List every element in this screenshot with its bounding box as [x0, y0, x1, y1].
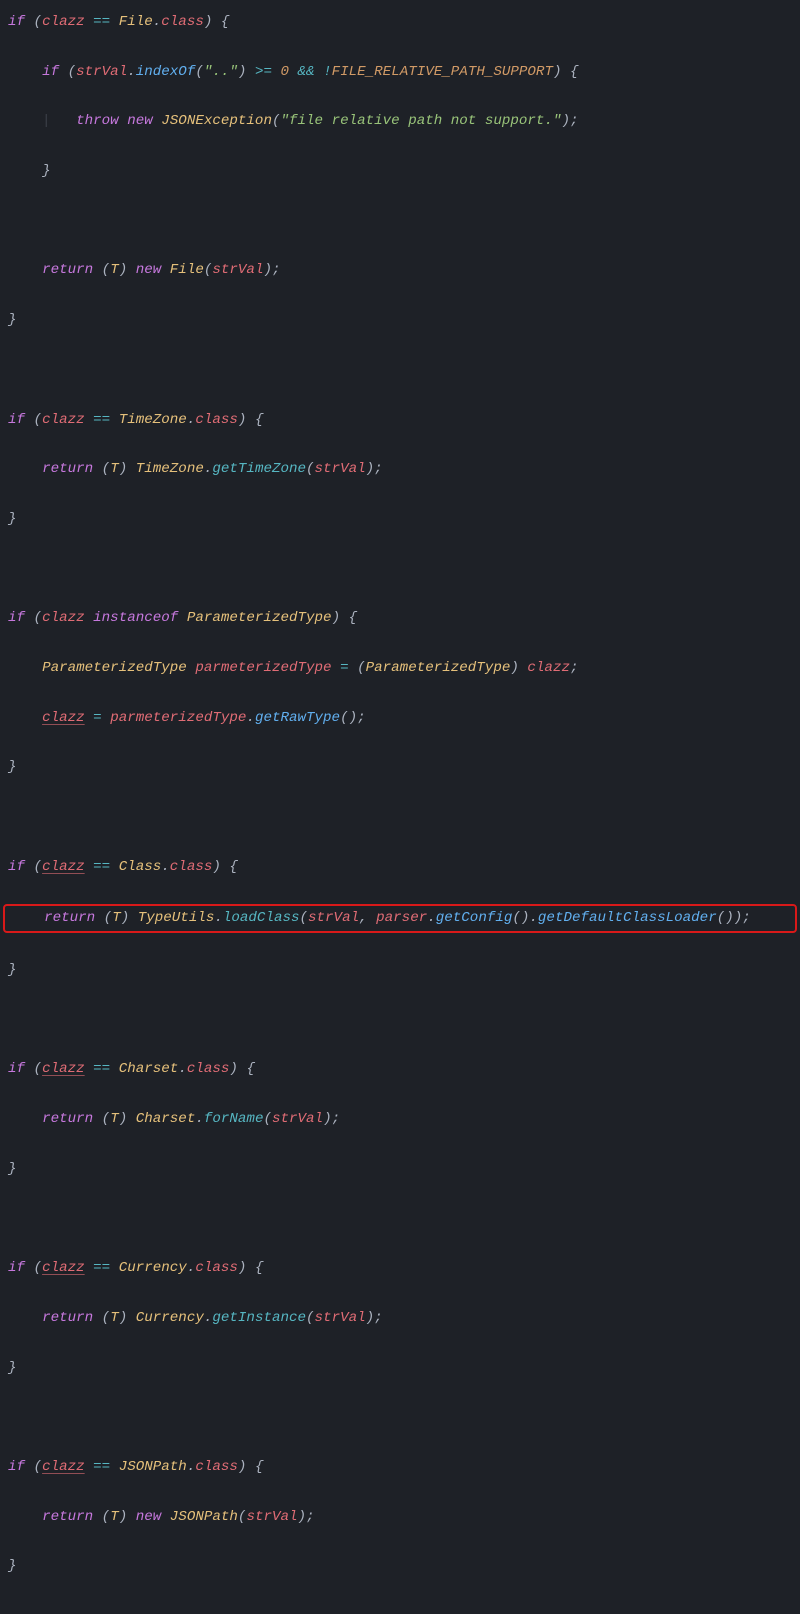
highlighted-code-line: return (T) TypeUtils.loadClass(strVal, p…	[3, 904, 797, 933]
code-line: }	[0, 1157, 800, 1182]
blank-line	[0, 805, 800, 830]
code-line: if (clazz instanceof ParameterizedType) …	[0, 606, 800, 631]
code-line: }	[0, 1356, 800, 1381]
code-line: }	[0, 308, 800, 333]
code-line: }	[0, 958, 800, 983]
blank-line	[0, 358, 800, 383]
blank-line	[0, 1405, 800, 1430]
code-line: return (T) new File(strVal);	[0, 258, 800, 283]
code-line: if (clazz == TimeZone.class) {	[0, 408, 800, 433]
code-line: }	[0, 159, 800, 184]
code-line: return (T) TypeUtils.loadClass(strVal, p…	[5, 906, 795, 931]
blank-line	[0, 1207, 800, 1232]
code-line: if (clazz == JSONPath.class) {	[0, 1455, 800, 1480]
code-line: }	[0, 1554, 800, 1579]
code-line: }	[0, 755, 800, 780]
code-line: if (clazz == Class.class) {	[0, 855, 800, 880]
code-editor-viewport: if (clazz == File.class) { if (strVal.in…	[0, 10, 800, 1604]
code-line: if (clazz == Charset.class) {	[0, 1057, 800, 1082]
code-line: ParameterizedType parmeterizedType = (Pa…	[0, 656, 800, 681]
blank-line	[0, 557, 800, 582]
code-line: | throw new JSONException("file relative…	[0, 109, 800, 134]
code-line: return (T) TimeZone.getTimeZone(strVal);	[0, 457, 800, 482]
code-line: return (T) Currency.getInstance(strVal);	[0, 1306, 800, 1331]
code-line: return (T) Charset.forName(strVal);	[0, 1107, 800, 1132]
code-line: if (strVal.indexOf("..") >= 0 && !FILE_R…	[0, 60, 800, 85]
code-line: }	[0, 507, 800, 532]
code-line	[0, 209, 800, 234]
code-line: clazz = parmeterizedType.getRawType();	[0, 706, 800, 731]
code-line: return (T) new JSONPath(strVal);	[0, 1505, 800, 1530]
code-line: if (clazz == Currency.class) {	[0, 1256, 800, 1281]
blank-line	[0, 1008, 800, 1033]
code-line: if (clazz == File.class) {	[0, 10, 800, 35]
